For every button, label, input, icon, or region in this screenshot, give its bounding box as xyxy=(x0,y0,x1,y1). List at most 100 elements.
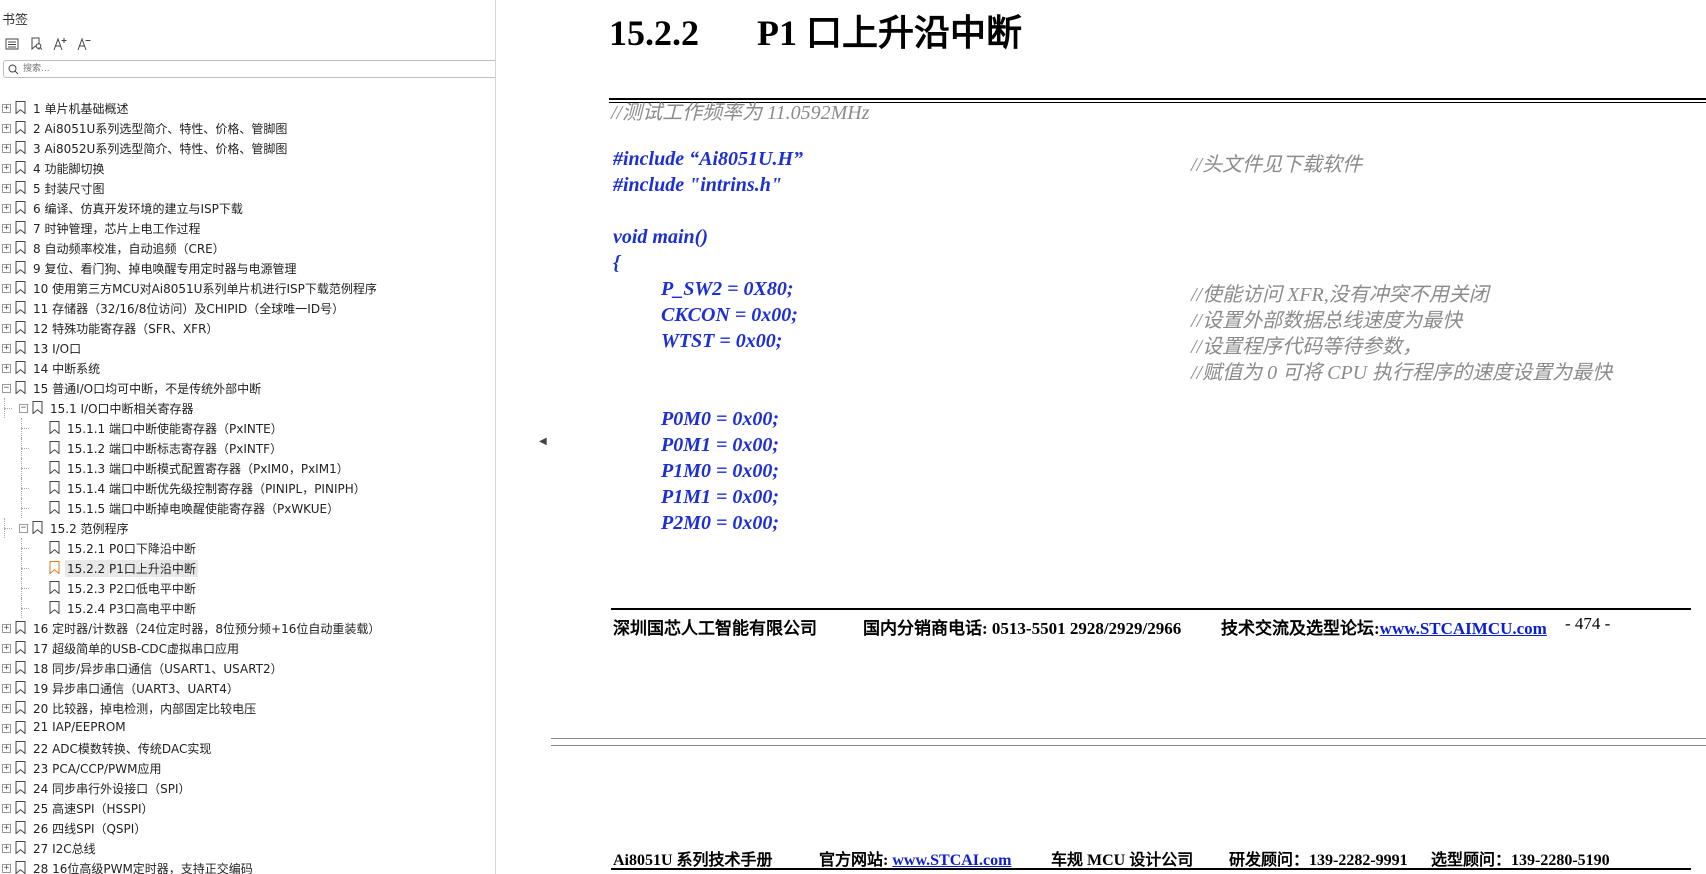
bookmark-label: 15.2.3 P2口低电平中断 xyxy=(67,582,196,596)
bookmark-icon xyxy=(15,781,26,797)
bookmark-item[interactable]: +19 异步串口通信（UART3、UART4） xyxy=(0,678,495,698)
forum-link[interactable]: www.STCAIMCU.com xyxy=(1380,619,1547,638)
bookmark-item[interactable]: +10 使用第三方MCU对Ai8051U系列单片机进行ISP下载范例程序 xyxy=(0,278,495,298)
bookmark-icon xyxy=(15,821,26,837)
expand-icon[interactable]: + xyxy=(2,224,11,233)
expand-icon[interactable]: + xyxy=(2,724,11,733)
font-increase-icon[interactable] xyxy=(50,34,70,54)
bookmark-item[interactable]: +16 定时器/计数器（24位定时器，8位预分频+16位自动重装载） xyxy=(0,618,495,638)
footer-company: 深圳国芯人工智能有限公司 xyxy=(613,619,817,638)
bookmarks-toolbar xyxy=(2,34,94,54)
bookmark-leaf[interactable]: 15.1.4 端口中断优先级控制寄存器（PINIPL，PINIPH） xyxy=(0,478,495,498)
expand-icon[interactable]: + xyxy=(2,864,11,873)
expand-icon[interactable]: + xyxy=(2,824,11,833)
collapse-icon[interactable]: − xyxy=(19,524,28,533)
bookmark-item[interactable]: +9 复位、看门狗、掉电唤醒专用定时器与电源管理 xyxy=(0,258,495,278)
heading-number: 15.2.2 xyxy=(609,13,699,53)
bookmark-leaf[interactable]: 15.1.2 端口中断标志寄存器（PxINTF） xyxy=(0,438,495,458)
bookmark-icon xyxy=(15,121,26,137)
bookmark-icon xyxy=(15,341,26,357)
bookmark-item[interactable]: +18 同步/异步串口通信（USART1、USART2） xyxy=(0,658,495,678)
expand-icon[interactable]: + xyxy=(2,344,11,353)
bookmark-label: 11 存储器（32/16/8位访问）及CHIPID（全球唯一ID号） xyxy=(33,302,345,316)
bookmark-item[interactable]: +26 四线SPI（QSPI） xyxy=(0,818,495,838)
collapse-panel-icon[interactable]: ◀ xyxy=(539,436,547,447)
bookmark-label: 22 ADC模数转换、传统DAC实现 xyxy=(33,742,212,756)
bookmark-item[interactable]: +12 特殊功能寄存器（SFR、XFR） xyxy=(0,318,495,338)
expand-icon[interactable]: + xyxy=(2,304,11,313)
outline-icon[interactable] xyxy=(2,34,22,54)
bookmark-icon xyxy=(49,561,60,577)
bookmark-leaf[interactable]: 15.1.1 端口中断使能寄存器（PxINTE） xyxy=(0,418,495,438)
bookmark-item[interactable]: − 15 普通I/O口均可中断，不是传统外部中断 xyxy=(0,378,495,398)
font-decrease-icon[interactable] xyxy=(74,34,94,54)
expand-icon[interactable]: + xyxy=(2,164,11,173)
expand-icon[interactable]: + xyxy=(2,124,11,133)
site-link[interactable]: www.STCAI.com xyxy=(892,852,1011,869)
bookmark-item[interactable]: +20 比较器，掉电检测，内部固定比较电压 xyxy=(0,698,495,718)
expand-icon[interactable]: + xyxy=(2,184,11,193)
tree-connector xyxy=(21,428,29,429)
bookmark-item[interactable]: +11 存储器（32/16/8位访问）及CHIPID（全球唯一ID号） xyxy=(0,298,495,318)
collapse-icon[interactable]: − xyxy=(19,404,28,413)
expand-icon[interactable]: + xyxy=(2,804,11,813)
bookmark-item[interactable]: +14 中断系统 xyxy=(0,358,495,378)
bookmark-item[interactable]: +2 Ai8051U系列选型简介、特性、价格、管脚图 xyxy=(0,118,495,138)
expand-icon[interactable]: + xyxy=(2,204,11,213)
expand-icon[interactable]: + xyxy=(2,284,11,293)
bookmark-item[interactable]: +22 ADC模数转换、传统DAC实现 xyxy=(0,738,495,758)
bookmark-item[interactable]: +13 I/O口 xyxy=(0,338,495,358)
bookmark-item[interactable]: +27 I2C总线 xyxy=(0,838,495,858)
expand-icon[interactable]: + xyxy=(2,704,11,713)
search-input[interactable] xyxy=(19,62,483,76)
bookmark-item[interactable]: +8 自动频率校准，自动追频（CRE） xyxy=(0,238,495,258)
bookmark-item[interactable]: +24 同步串行外设接口（SPI） xyxy=(0,778,495,798)
bookmark-item[interactable]: +23 PCA/CCP/PWM应用 xyxy=(0,758,495,778)
bookmark-item[interactable]: +1 单片机基础概述 xyxy=(0,98,495,118)
expand-icon[interactable]: + xyxy=(2,644,11,653)
bookmark-leaf[interactable]: 15.2.1 P0口下降沿中断 xyxy=(0,538,495,558)
bookmark-label: 13 I/O口 xyxy=(33,342,82,356)
bookmark-item[interactable]: +6 编译、仿真开发环境的建立与ISP下载 xyxy=(0,198,495,218)
expand-icon[interactable]: + xyxy=(2,744,11,753)
bookmark-icon xyxy=(49,581,60,597)
bookmark-item[interactable]: +4 功能脚切换 xyxy=(0,158,495,178)
bookmark-item[interactable]: +28 16位高级PWM定时器，支持正交编码 xyxy=(0,858,495,874)
bookmark-leaf[interactable]: 15.1.3 端口中断模式配置寄存器（PxIM0，PxIM1） xyxy=(0,458,495,478)
bookmark-item[interactable]: +5 封装尺寸图 xyxy=(0,178,495,198)
bookmark-item[interactable]: +17 超级简单的USB-CDC虚拟串口应用 xyxy=(0,638,495,658)
expand-icon[interactable]: + xyxy=(2,684,11,693)
bookmark-item[interactable]: +7 时钟管理，芯片上电工作过程 xyxy=(0,218,495,238)
expand-icon[interactable]: + xyxy=(2,144,11,153)
site-label: 官方网站: xyxy=(819,852,893,869)
include-line-2: #include "intrins.h" xyxy=(613,174,782,196)
bookmark-subitem[interactable]: − 15.1 I/O口中断相关寄存器 xyxy=(0,398,495,418)
bookmark-item[interactable]: +21 IAP/EEPROM xyxy=(0,718,495,738)
expand-icon[interactable]: + xyxy=(2,784,11,793)
bookmark-leaf[interactable]: 15.2.2 P1口上升沿中断 xyxy=(0,558,495,578)
bookmark-icon xyxy=(15,721,26,737)
bookmark-subitem[interactable]: − 15.2 范例程序 xyxy=(0,518,495,538)
expand-icon[interactable]: + xyxy=(2,764,11,773)
bookmark-search-box[interactable] xyxy=(3,60,495,78)
bookmark-item[interactable]: +25 高速SPI（HSSPI） xyxy=(0,798,495,818)
bookmark-icon xyxy=(15,701,26,717)
bookmark-leaf[interactable]: 15.1.5 端口中断掉电唤醒使能寄存器（PxWKUE） xyxy=(0,498,495,518)
expand-icon[interactable]: + xyxy=(2,664,11,673)
bookmark-label: 14 中断系统 xyxy=(33,362,101,376)
expand-icon[interactable]: + xyxy=(2,624,11,633)
expand-icon[interactable]: + xyxy=(2,264,11,273)
tree-connector xyxy=(21,588,29,589)
bookmark-search-icon[interactable] xyxy=(26,34,46,54)
collapse-icon[interactable]: − xyxy=(2,384,11,393)
expand-icon[interactable]: + xyxy=(2,244,11,253)
expand-icon[interactable]: + xyxy=(2,104,11,113)
expand-icon[interactable]: + xyxy=(2,324,11,333)
bookmark-icon xyxy=(15,181,26,197)
footer-rule xyxy=(611,608,1691,610)
bookmark-leaf[interactable]: 15.2.4 P3口高电平中断 xyxy=(0,598,495,618)
expand-icon[interactable]: + xyxy=(2,364,11,373)
bookmark-leaf[interactable]: 15.2.3 P2口低电平中断 xyxy=(0,578,495,598)
bookmark-item[interactable]: +3 Ai8052U系列选型简介、特性、价格、管脚图 xyxy=(0,138,495,158)
expand-icon[interactable]: + xyxy=(2,844,11,853)
